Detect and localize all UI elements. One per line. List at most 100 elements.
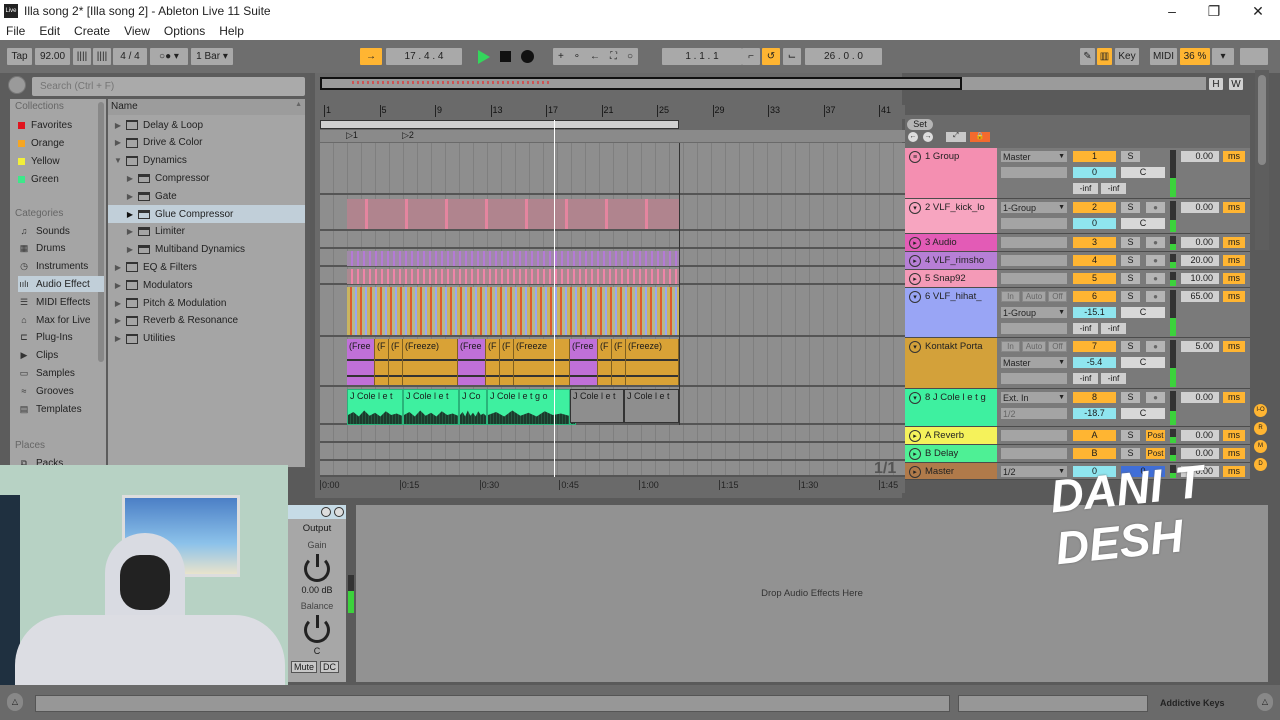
close-button[interactable]: ✕	[1236, 0, 1280, 22]
solo-button[interactable]: S	[1121, 202, 1140, 213]
freeze-clip[interactable]: (F	[486, 339, 500, 385]
track-activator-button[interactable]: 4	[1073, 255, 1116, 266]
freeze-clip[interactable]: (Freeze)	[403, 339, 458, 385]
song-position-field[interactable]: 17 . 4 . 4	[386, 48, 462, 65]
output-routing-select[interactable]: 1-Group ▼	[1001, 202, 1067, 213]
draw-mode-icon[interactable]: ✎	[1080, 48, 1095, 65]
freeze-clip[interactable]: (F	[500, 339, 514, 385]
collection-yellow[interactable]: Yellow	[18, 153, 104, 169]
fold-closed-icon[interactable]: ▸	[909, 466, 921, 478]
arm-record-button[interactable]: ●	[1146, 237, 1165, 248]
routing-empty[interactable]	[1001, 448, 1067, 459]
collection-favorites[interactable]: Favorites	[18, 117, 104, 133]
track-name-header[interactable]: ▸ Master	[905, 463, 997, 479]
volume-field[interactable]: -15.1	[1073, 307, 1116, 318]
expand-icon[interactable]: ⤢	[946, 132, 966, 142]
metronome-button[interactable]: ○● ▾	[150, 48, 188, 65]
arm-record-button[interactable]: ●	[1146, 273, 1165, 284]
track-activator-button[interactable]: 1	[1073, 151, 1116, 162]
collection-green[interactable]: Green	[18, 171, 104, 187]
category-midi-effects[interactable]: ☰ MIDI Effects	[18, 294, 104, 310]
menu-options[interactable]: Options	[164, 24, 205, 38]
stop-icon[interactable]	[500, 51, 511, 62]
browser-item-glue-compressor[interactable]: ▶ Glue Compressor	[108, 205, 305, 223]
fold-closed-icon[interactable]: ▸	[909, 430, 921, 442]
tempo-field[interactable]: 92.00	[35, 48, 70, 65]
track-lane[interactable]	[320, 425, 905, 443]
re-enable-automation-icon[interactable]: ←	[590, 51, 600, 62]
balance-knob[interactable]	[304, 615, 330, 643]
group-fold-icon[interactable]: ≡	[909, 151, 921, 163]
solo-button[interactable]: S	[1121, 151, 1140, 162]
collection-orange[interactable]: Orange	[18, 135, 104, 151]
output-channel-select[interactable]	[1001, 218, 1067, 229]
category-clips[interactable]: ▶ Clips	[18, 348, 104, 364]
vocal-clip[interactable]: J Cole l e t	[403, 389, 459, 425]
cpu-menu-icon[interactable]: ▾	[1212, 48, 1234, 65]
track-activator-button[interactable]: 7	[1073, 341, 1116, 352]
freeze-clip[interactable]: (Free	[347, 339, 375, 385]
mixer-track-kontakt-porta[interactable]: ▾ Kontakt Porta In Auto Off Master ▼ 7 S ● -5.4 C -i…	[905, 338, 1250, 389]
menu-view[interactable]: View	[124, 24, 150, 38]
chevron-right-icon[interactable]: ▶	[113, 138, 123, 147]
selected-track-name[interactable]: Addictive Keys	[1160, 698, 1225, 708]
loop-length-field[interactable]: 26 . 0 . 0	[805, 48, 882, 65]
right-scrollbar[interactable]	[1255, 70, 1269, 250]
pan-field[interactable]: C	[1121, 218, 1165, 229]
track-activator-button[interactable]: 8	[1073, 392, 1116, 403]
track-name-header[interactable]: ▾ 8 J Cole l e t g	[905, 389, 997, 426]
next-locator-icon[interactable]: →	[923, 132, 933, 142]
category-drums[interactable]: ▦ Drums	[18, 241, 104, 257]
mixer-track-2-vlf-kick-lo[interactable]: ▾ 2 VLF_kick_lo 1-Group ▼ 2 S ● 0 C 0.00 ms	[905, 199, 1250, 234]
track-activator-button[interactable]: 6	[1073, 291, 1116, 302]
chevron-right-icon[interactable]: ▶	[113, 281, 123, 290]
browser-item-delay-loop[interactable]: ▶ Delay & Loop	[108, 116, 305, 134]
pre-post-toggle[interactable]: Post	[1146, 430, 1165, 441]
output-routing-select[interactable]: Master ▼	[1001, 357, 1067, 368]
browser-item-gate[interactable]: ▶ Gate	[108, 187, 305, 205]
track-activator-button[interactable]: 2	[1073, 202, 1116, 213]
nudge-down-button[interactable]: ||||	[73, 48, 91, 65]
chevron-right-icon[interactable]: ▶	[113, 334, 123, 343]
input-monitor-auto-button[interactable]: Auto	[1022, 341, 1046, 352]
punch-out-icon[interactable]: ⌙	[783, 48, 801, 65]
browser-item-drive-color[interactable]: ▶ Drive & Color	[108, 134, 305, 152]
browser-item-compressor[interactable]: ▶ Compressor	[108, 169, 305, 187]
freeze-clip[interactable]: (Freeze	[514, 339, 570, 385]
chevron-right-icon[interactable]: ▶	[125, 174, 135, 183]
input-monitor-off-button[interactable]: Off	[1048, 291, 1067, 302]
solo-button[interactable]: S	[1121, 255, 1140, 266]
category-instruments[interactable]: ◷ Instruments	[18, 259, 104, 275]
pre-post-toggle[interactable]: Post	[1146, 448, 1165, 459]
menu-edit[interactable]: Edit	[39, 24, 60, 38]
track-delay-field[interactable]: 65.00	[1181, 291, 1219, 302]
track-name-header[interactable]: ▸ B Delay	[905, 445, 997, 462]
browser-item-pitch-modulation[interactable]: ▶ Pitch & Modulation	[108, 294, 305, 312]
track-delay-field[interactable]: 0.00	[1181, 237, 1219, 248]
fold-open-icon[interactable]: ▾	[909, 341, 921, 353]
optimize-width-button[interactable]: W	[1229, 78, 1243, 90]
chevron-right-icon[interactable]: ▶	[113, 121, 123, 130]
browser-item-modulators[interactable]: ▶ Modulators	[108, 276, 305, 294]
category-plug-ins[interactable]: ⊏ Plug-Ins	[18, 330, 104, 346]
output-channel-select[interactable]	[1001, 373, 1067, 384]
input-monitor-in-button[interactable]: In	[1001, 291, 1020, 302]
solo-button[interactable]: S	[1121, 448, 1140, 459]
track-lane[interactable]	[320, 461, 905, 477]
session-record-icon[interactable]: ○	[627, 51, 633, 62]
menu-create[interactable]: Create	[74, 24, 110, 38]
track-delay-field[interactable]: 5.00	[1181, 341, 1219, 352]
pan-field[interactable]: C	[1121, 307, 1165, 318]
chevron-right-icon[interactable]: ▶	[125, 192, 135, 201]
optimize-height-button[interactable]: H	[1209, 78, 1223, 90]
loop-brace[interactable]	[320, 120, 679, 129]
vocal-clip[interactable]: J Co	[459, 389, 487, 425]
side-toggle-m[interactable]: M	[1254, 440, 1267, 453]
track-name-header[interactable]: ▸ 5 Snap92	[905, 270, 997, 287]
mute-button[interactable]: Mute	[291, 661, 318, 673]
track-delay-field[interactable]: 0.00	[1181, 151, 1219, 162]
output-channel-select[interactable]	[1001, 167, 1067, 178]
clip-hihat[interactable]	[347, 287, 679, 335]
track-lane[interactable]	[320, 143, 905, 195]
set-button[interactable]: Set	[907, 119, 933, 130]
